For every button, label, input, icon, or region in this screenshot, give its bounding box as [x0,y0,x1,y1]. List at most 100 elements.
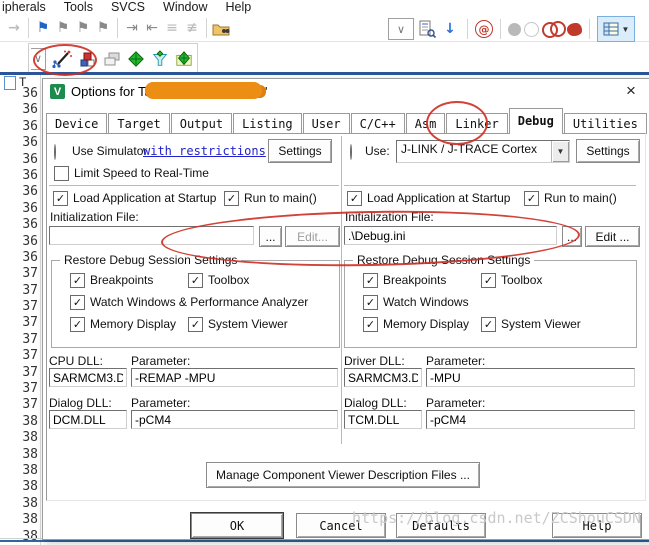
bookmark-next-icon[interactable]: ⚑ [73,18,93,38]
line-number: 38 [22,413,38,429]
load-app-checkbox-right[interactable]: ✓ Load Application at Startup [347,191,510,206]
uncomment-selection-icon[interactable]: ≢ [182,18,202,38]
memory-window-icon[interactable] [417,19,437,39]
driver-dll-input[interactable] [344,368,422,387]
load-app-checkbox-left[interactable]: ✓ Load Application at Startup [53,191,216,206]
find-in-files-icon[interactable] [211,18,231,38]
indent-left-icon[interactable]: ⇤ [142,18,162,38]
menu-item-ipherals[interactable]: ipherals [0,0,48,14]
watch-windows-checkbox-left[interactable]: ✓ Watch Windows & Performance Analyzer [70,295,308,310]
menu-item-window[interactable]: Window [161,0,209,14]
menu-item-svcs[interactable]: SVCS [109,0,147,14]
driver-param-input[interactable] [426,368,635,387]
tab-c-c[interactable]: C/C++ [350,113,405,134]
init-file-input-left[interactable] [49,226,254,245]
line-number: 38 [22,495,38,511]
enable-breakpoints-icon[interactable] [542,21,566,38]
breakpoint-gray-icon[interactable] [508,22,521,36]
debugger-select-value: J-LINK / J-TRACE Cortex [401,142,538,156]
kill-breakpoints-icon[interactable] [567,22,582,36]
close-icon[interactable]: × [621,81,641,101]
load-app-label: Load Application at Startup [367,191,511,205]
project-targets-icon[interactable] [126,49,146,69]
edit-button-right[interactable]: Edit ... [585,226,640,247]
toolbar-separator [28,17,29,38]
line-number: 37 [22,266,38,282]
find-at-icon[interactable]: @ [475,20,493,38]
memory-display-checkbox-left[interactable]: ✓ Memory Display [70,317,176,332]
restore-group-title-left: Restore Debug Session Settings [60,253,242,267]
watch-dropdown[interactable]: ∨ [388,18,414,40]
simulator-settings-button[interactable]: Settings [268,139,332,163]
line-number: 36 [22,184,38,200]
breakpoints-checkbox-left[interactable]: ✓ Breakpoints [70,273,153,288]
tab-debug[interactable]: Debug [508,108,563,134]
dialog-dll-input-left[interactable] [49,410,127,429]
tab-device[interactable]: Device [46,113,108,134]
load-analysis-icon[interactable]: ↓ [440,19,460,39]
tab-user[interactable]: User [302,113,350,134]
line-number: 37 [22,397,38,413]
manage-components-icon[interactable] [78,49,98,69]
window-layout-button[interactable]: ▼ [597,16,635,42]
toolbox-checkbox-right[interactable]: ✓ Toolbox [481,273,542,288]
bookmark-clear-icon[interactable]: ⚑ [93,18,113,38]
tab-listing[interactable]: Listing [233,113,302,134]
memory-display-checkbox-right[interactable]: ✓ Memory Display [363,317,469,332]
dialog-param-input-right[interactable] [426,410,635,429]
use-simulator-radio[interactable] [54,144,56,160]
cancel-button[interactable]: Cancel [296,513,386,538]
watch-windows-checkbox-right[interactable]: ✓ Watch Windows [363,295,469,310]
restore-group-right: Restore Debug Session Settings ✓ Breakpo… [344,253,637,348]
cpu-dll-input[interactable] [49,368,127,387]
menu-item-help[interactable]: Help [223,0,253,14]
breakpoints-checkbox-right[interactable]: ✓ Breakpoints [363,273,446,288]
dialog-title-bar[interactable]: V Options for Target ' × [43,79,649,106]
checkbox-box: ✓ [54,166,69,181]
bookmark-prev-icon[interactable]: ⚑ [53,18,73,38]
target-select-dropdown[interactable]: ∨ [31,47,46,70]
checkbox-box: ✓ [53,191,68,206]
browse-button-right[interactable]: ... [562,226,582,247]
file-extensions-icon[interactable] [150,49,170,69]
load-app-label: Load Application at Startup [73,191,217,205]
system-viewer-checkbox-right[interactable]: ✓ System Viewer [481,317,581,332]
ok-button[interactable]: OK [191,513,283,538]
indent-right-icon[interactable]: ⇥ [122,18,142,38]
tab-target[interactable]: Target [108,113,170,134]
defaults-button[interactable]: Defaults [396,513,486,538]
use-target-driver-radio[interactable] [350,144,352,160]
with-restrictions-link[interactable]: with restrictions [143,144,266,158]
system-viewer-checkbox-left[interactable]: ✓ System Viewer [188,317,288,332]
dialog-param-input-left[interactable] [131,410,338,429]
run-to-main-checkbox-left[interactable]: ✓ Run to main() [224,191,317,206]
dialog-dll-input-right[interactable] [344,410,422,429]
help-button[interactable]: Help [552,513,642,538]
toolbox-checkbox-left[interactable]: ✓ Toolbox [188,273,249,288]
edit-button-left[interactable]: Edit... [285,226,340,247]
tab-linker[interactable]: Linker [446,113,508,134]
cpu-param-input[interactable] [131,368,338,387]
chevron-down-icon[interactable]: ▼ [551,141,569,162]
multiple-projects-icon[interactable] [102,49,122,69]
tab-utilities[interactable]: Utilities [563,113,647,134]
bookmark-toggle-icon[interactable]: ⚑ [33,18,53,38]
browse-button-left[interactable]: ... [259,226,282,247]
line-number: 36 [22,167,38,183]
tab-output[interactable]: Output [170,113,233,134]
breakpoint-outline-icon[interactable] [524,21,539,37]
tab-asm[interactable]: Asm [405,113,446,134]
options-for-target-icon[interactable] [50,49,74,69]
navigate-forward-icon[interactable]: → [4,18,24,38]
menu-item-tools[interactable]: Tools [62,0,95,14]
comment-selection-icon[interactable]: ≡ [162,18,182,38]
debug-tab-panel: Use Simulator with restrictions Settings… [46,133,646,501]
toolbar-separator [467,19,468,39]
manage-component-viewer-button[interactable]: Manage Component Viewer Description File… [206,462,480,488]
books-icon[interactable] [174,49,194,69]
debugger-settings-button[interactable]: Settings [576,139,640,163]
init-file-input-right[interactable] [344,226,557,245]
run-to-main-checkbox-right[interactable]: ✓ Run to main() [524,191,617,206]
debugger-select[interactable]: J-LINK / J-TRACE Cortex ▼ [396,140,570,163]
limit-speed-checkbox[interactable]: ✓ Limit Speed to Real-Time [54,166,209,181]
